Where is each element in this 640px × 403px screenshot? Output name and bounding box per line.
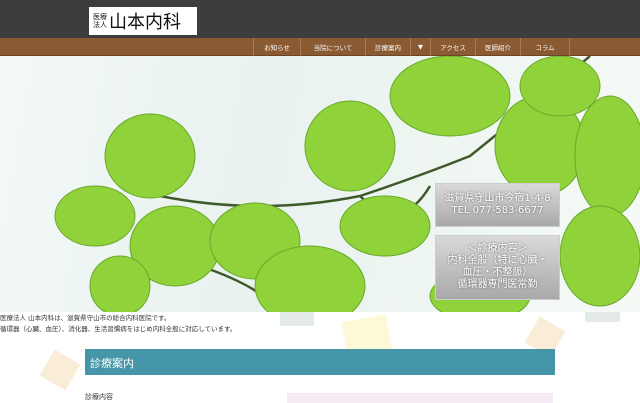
header-bar: 医療法人 山本内科: [0, 0, 640, 38]
nav-column[interactable]: コラム: [520, 38, 570, 56]
section-subheading: 診療内容: [85, 393, 113, 401]
address: 滋賀県守山市今宿1-4-8: [444, 193, 551, 204]
nav-news[interactable]: お知らせ: [253, 38, 300, 56]
phone: TEL 077-583-6677: [451, 205, 544, 216]
nav-about[interactable]: 当院について: [300, 38, 365, 56]
intro-text: 医療法人 山本内科は、滋賀県守山市の総合内科医院です。 循環器（心臓、血圧）、消…: [0, 312, 236, 335]
decoration: [585, 312, 620, 322]
services-title: ＜診療内容＞: [467, 243, 528, 254]
decoration: [39, 349, 81, 391]
services-image: [287, 393, 553, 403]
logo-small: 医療法人: [93, 13, 107, 29]
nav-services[interactable]: 診療案内: [365, 38, 410, 56]
intro-line-1: 医療法人 山本内科は、滋賀県守山市の総合内科医院です。: [0, 314, 171, 322]
services-line-1: 内科全般（特に心臓・: [447, 255, 548, 266]
decoration: [280, 312, 314, 326]
nav-dropdown-toggle[interactable]: ▼: [410, 38, 430, 56]
services-line-2: 血圧・不整脈）: [462, 267, 533, 278]
main-nav: お知らせ 当院について 診療案内 ▼ アクセス 医師紹介 コラム: [0, 38, 640, 56]
section-heading: 診療案内: [85, 349, 555, 375]
nav-access[interactable]: アクセス: [430, 38, 475, 56]
services-line-3: 循環器専門医常勤: [457, 279, 538, 290]
site-logo[interactable]: 医療法人 山本内科: [89, 7, 197, 35]
services-box: ＜診療内容＞ 内科全般（特に心臓・ 血圧・不整脈） 循環器専門医常勤: [435, 235, 560, 300]
intro-line-2: 循環器（心臓、血圧）、消化器、生活習慣病をはじめ内科全般に対応しています。: [0, 325, 237, 333]
hero-image: 滋賀県守山市今宿1-4-8 TEL 077-583-6677 ＜診療内容＞ 内科…: [0, 56, 640, 312]
nav-doctors[interactable]: 医師紹介: [475, 38, 520, 56]
logo-big: 山本内科: [109, 12, 181, 33]
address-box: 滋賀県守山市今宿1-4-8 TEL 077-583-6677: [435, 183, 560, 227]
